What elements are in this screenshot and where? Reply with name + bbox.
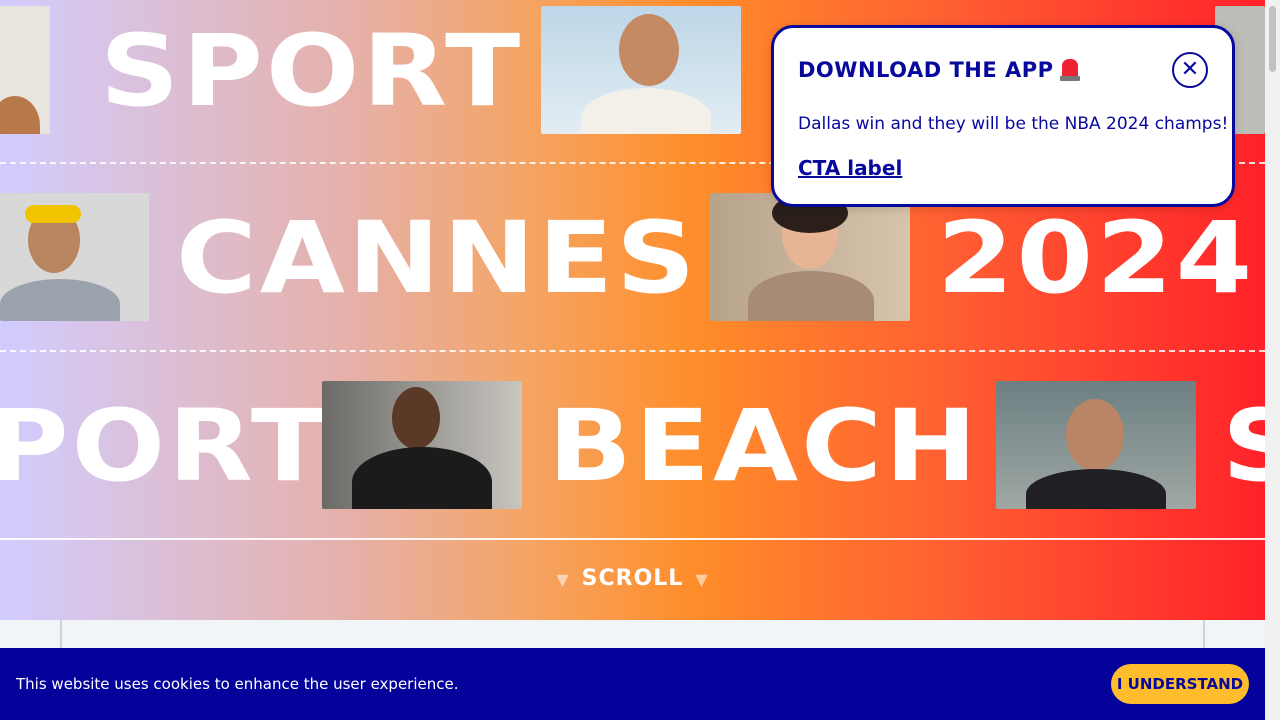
hero-divider (0, 538, 1265, 540)
portrait-photo (710, 193, 910, 321)
siren-icon (1059, 59, 1080, 81)
scroll-label: SCROLL (581, 566, 684, 591)
marquee-word: 2024 (937, 200, 1256, 316)
cookie-banner: This website uses cookies to enhance the… (0, 648, 1265, 720)
popup-title: DOWNLOAD THE APP (798, 58, 1080, 82)
marquee-word: BEACH (548, 388, 980, 504)
arrow-down-icon: ▼ (695, 569, 709, 589)
accept-cookies-button[interactable]: I UNDERSTAND (1111, 664, 1249, 704)
arrow-down-icon: ▼ (556, 569, 570, 589)
marquee-word: S (1222, 388, 1265, 505)
popup-title-text: DOWNLOAD THE APP (798, 58, 1054, 82)
cookie-text: This website uses cookies to enhance the… (16, 675, 459, 693)
page-scrollbar[interactable] (1265, 0, 1280, 720)
marquee-word: PORT (0, 388, 329, 504)
popup-cta-link[interactable]: CTA label (798, 156, 902, 180)
scroll-indicator[interactable]: ▼ SCROLL ▼ (0, 566, 1265, 591)
portrait-photo (0, 193, 149, 321)
download-app-popup: DOWNLOAD THE APP ✕ Dallas win and they w… (771, 25, 1235, 207)
dashed-divider (0, 350, 1265, 352)
portrait-photo (541, 6, 741, 134)
close-icon[interactable]: ✕ (1172, 52, 1208, 88)
marquee-word: CANNES (176, 200, 699, 316)
scrollbar-thumb[interactable] (1269, 6, 1276, 72)
portrait-photo (0, 6, 50, 134)
marquee-row-2: CANNES 2024 (0, 193, 1265, 323)
marquee-row-3: PORT BEACH S (0, 381, 1265, 511)
content-border-right (1203, 620, 1205, 650)
popup-message: Dallas win and they will be the NBA 2024… (798, 114, 1229, 134)
marquee-word: SPORT (100, 13, 524, 129)
content-border-left (60, 620, 62, 650)
portrait-photo (322, 381, 522, 509)
portrait-photo (996, 381, 1196, 509)
